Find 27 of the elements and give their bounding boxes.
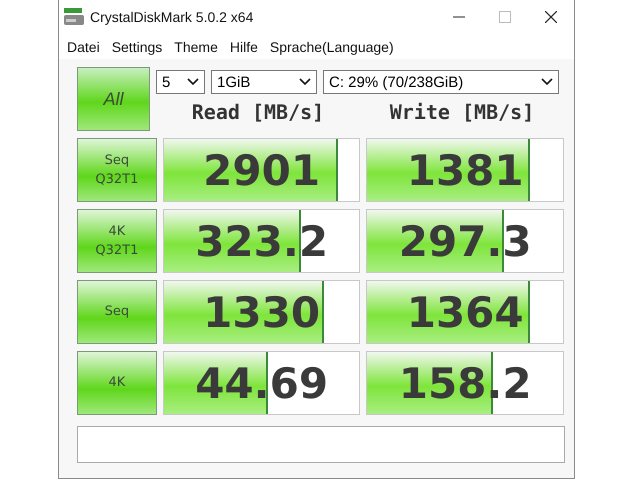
window-title: CrystalDiskMark 5.0.2 x64 — [90, 9, 254, 25]
test-button[interactable]: 4K — [77, 351, 157, 415]
result-value: 2901 — [203, 146, 320, 194]
menu-item[interactable]: Datei — [61, 38, 106, 54]
result-value: 1364 — [406, 288, 524, 336]
disk-drive-icon — [64, 8, 84, 26]
menu-item[interactable]: Theme — [168, 38, 224, 54]
caret-icon — [541, 78, 553, 86]
dropdown[interactable]: 5 — [156, 70, 205, 94]
result-value: 1381 — [406, 146, 524, 194]
close-icon — [545, 11, 557, 23]
all-button[interactable]: All — [77, 67, 150, 131]
dropdown[interactable]: C: 29% (70/238GiB) — [323, 70, 559, 94]
test-button[interactable]: Seq — [77, 280, 157, 344]
column-header: Write [MB/s] — [388, 100, 536, 124]
test-button[interactable]: Seq Q32T1 — [77, 138, 157, 202]
comment-field[interactable] — [77, 426, 565, 463]
dropdown[interactable]: 1GiB — [211, 70, 317, 94]
caret-icon — [187, 78, 199, 86]
maximize-icon — [499, 11, 511, 23]
test-button[interactable]: 4K Q32T1 — [77, 209, 157, 273]
menu-item[interactable]: Settings — [106, 38, 168, 54]
menu-item[interactable]: Sprache(Language) — [264, 38, 400, 54]
column-header: Read [MB/s] — [190, 100, 326, 124]
result-value: 1330 — [203, 288, 320, 336]
menu-item[interactable]: Hilfe — [224, 38, 264, 54]
caret-icon — [299, 78, 311, 86]
